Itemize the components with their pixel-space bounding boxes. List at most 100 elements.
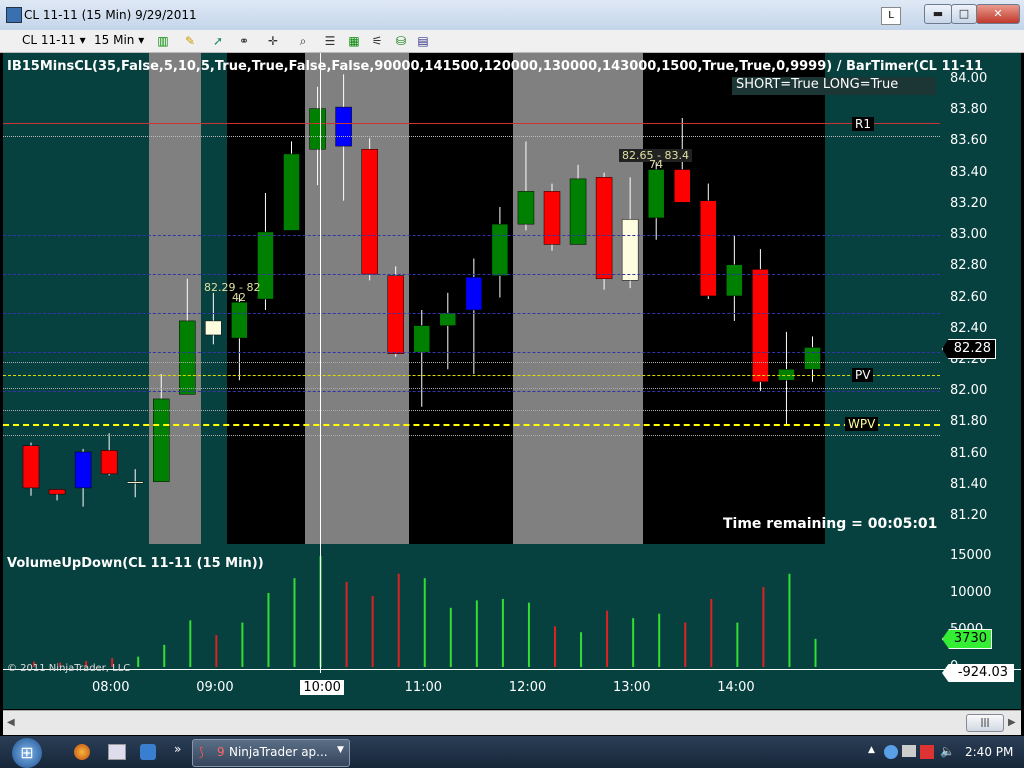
level-line [3, 391, 940, 392]
level-line [3, 274, 940, 275]
volume-bar [189, 620, 192, 667]
app-label: NinjaTrader ap... [229, 745, 328, 759]
show-desktop-icon[interactable] [108, 744, 126, 760]
level-line [3, 410, 940, 411]
network-icon[interactable] [884, 745, 898, 759]
candle [335, 74, 352, 201]
volume-bar [267, 593, 270, 667]
candle [465, 258, 483, 374]
level-line [3, 235, 940, 236]
more-icon[interactable]: » [174, 742, 181, 756]
volume-bar [215, 635, 218, 667]
candle [231, 294, 248, 381]
candle [569, 164, 587, 245]
taskbar-app-ninjatrader[interactable]: ⟆ 9 NinjaTrader ap... ▼ [192, 739, 350, 767]
current-volume-marker: 3730 [942, 629, 992, 649]
candle [517, 141, 535, 231]
time-remaining: Time remaining = 00:05:01 [723, 516, 938, 532]
horizontal-scrollbar[interactable]: ◀ ||| ▶ [3, 710, 1021, 735]
candle [48, 489, 66, 501]
time-tick-label: 13:00 [613, 680, 651, 695]
volume-bar [371, 595, 374, 667]
clock: 2:40 PM [965, 745, 1014, 759]
wpv-line [3, 424, 940, 426]
firefox-icon[interactable] [74, 744, 90, 760]
scroll-left-icon[interactable]: ◀ [7, 717, 15, 728]
range-annotation: 74 [649, 158, 663, 171]
price-tick-label: 82.80 [950, 258, 988, 274]
short-long-status: SHORT=True LONG=True [732, 77, 936, 95]
volume-indicator-label: VolumeUpDown(CL 11-11 (15 Min)) [7, 556, 264, 571]
price-tick-label: 82.00 [950, 383, 988, 399]
candlestick-chart [22, 74, 821, 667]
crosshair-vertical-line [320, 53, 321, 673]
volume-bar [397, 573, 400, 667]
start-button[interactable]: ⊞ [12, 738, 42, 768]
wpv-label: WPV [845, 417, 879, 431]
copyright: © 2011 NinjaTrader, LLC [7, 663, 131, 674]
candle [700, 183, 717, 300]
volume-bar [475, 600, 478, 667]
taskbar: ⊞ » ⟆ 9 NinjaTrader ap... ▼ ▲ 🔈 2:40 PM [0, 736, 1024, 768]
current-price-marker: 82.28 [942, 339, 996, 359]
scroll-right-icon[interactable]: ▶ [1008, 717, 1016, 728]
volume-bar [710, 598, 713, 667]
price-tick-label: 81.40 [950, 476, 988, 492]
candle [387, 266, 404, 357]
chevron-down-icon: ▼ [337, 745, 344, 755]
security-icon[interactable] [920, 745, 934, 759]
pv-line [3, 375, 940, 376]
time-tick-label: 08:00 [92, 680, 130, 695]
price-tick-label: 83.60 [950, 133, 988, 149]
explorer-icon[interactable] [140, 744, 156, 760]
candle [621, 177, 639, 289]
volume-bar [423, 578, 426, 667]
candle [205, 292, 222, 345]
price-tick-label: 84.00 [950, 71, 988, 86]
level-line [3, 435, 940, 436]
monitor-icon[interactable] [902, 745, 916, 757]
pv-label: PV [852, 368, 874, 382]
candle [22, 442, 40, 496]
candle [126, 469, 144, 498]
level-line [3, 352, 940, 353]
candle [543, 183, 561, 251]
ninjatrader-icon: ⟆ [199, 745, 204, 759]
time-tick-label: 09:00 [196, 680, 234, 695]
volume-tick-label: 10000 [950, 585, 992, 600]
volume-bar [736, 622, 739, 667]
volume-bar [501, 598, 504, 667]
r1-label: R1 [852, 117, 874, 131]
volume-bar [449, 607, 452, 667]
volume-bar [527, 602, 530, 667]
volume-icon[interactable]: 🔈 [940, 744, 955, 758]
level-line [3, 136, 940, 137]
candle [778, 331, 795, 426]
volume-bar [684, 622, 687, 667]
volume-bar [658, 613, 661, 667]
scroll-thumb[interactable]: ||| [966, 714, 1004, 732]
volume-bar [241, 622, 244, 667]
candle [283, 141, 300, 231]
volume-bar [632, 618, 635, 667]
candle [179, 278, 196, 395]
volume-bar [163, 644, 166, 667]
time-tick-label: 14:00 [717, 680, 755, 695]
volume-bar [580, 632, 583, 667]
tray-expand-icon[interactable]: ▲ [868, 745, 875, 755]
candle [100, 433, 118, 476]
volume-bar [606, 610, 609, 667]
candle [491, 206, 509, 298]
volume-bar [345, 581, 348, 667]
app-window-count: 9 [217, 745, 225, 759]
candle [361, 138, 378, 281]
candle [595, 172, 613, 290]
price-tick-label: 83.40 [950, 164, 988, 180]
volume-bar [137, 656, 140, 667]
time-tick-label: 10:00 [300, 680, 344, 695]
footer-value-marker: -924.03 [942, 664, 1014, 682]
volume-bar [293, 578, 296, 667]
price-tick-label: 83.80 [950, 102, 988, 118]
candle [752, 249, 769, 392]
time-tick-label: 11:00 [404, 680, 443, 695]
